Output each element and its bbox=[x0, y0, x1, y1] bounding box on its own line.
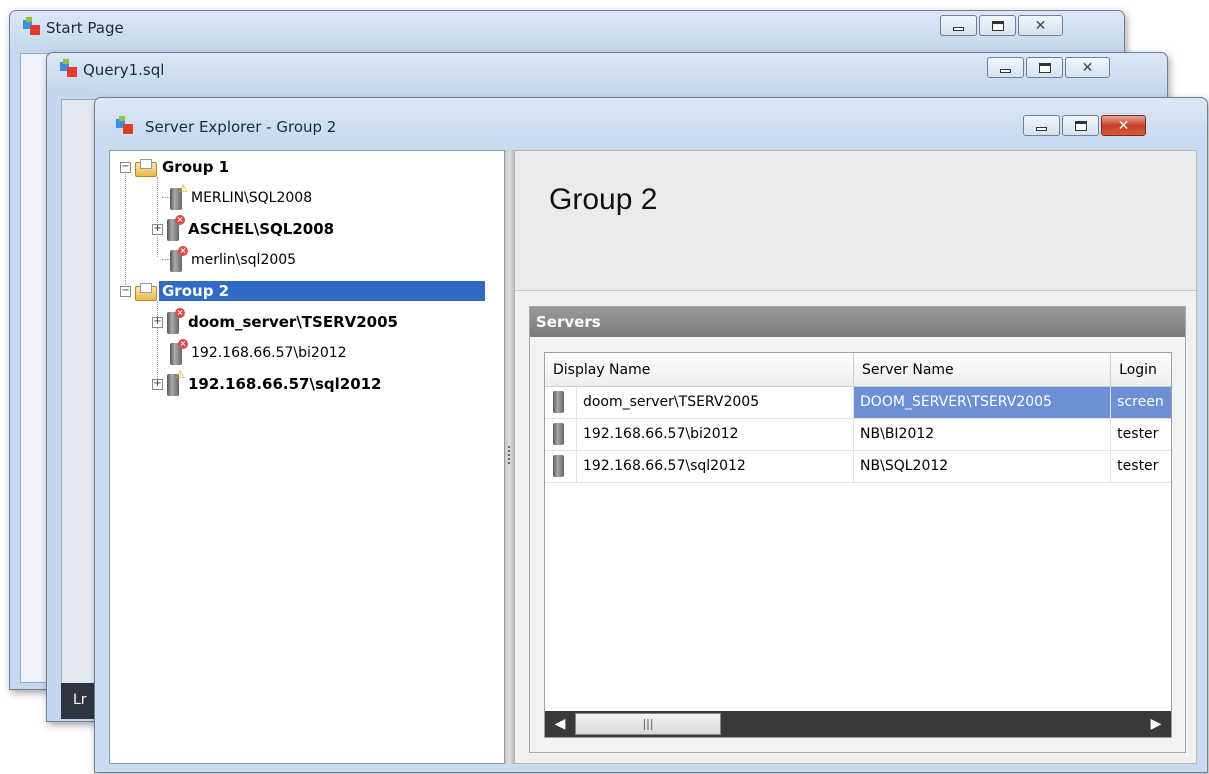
horizontal-scrollbar[interactable]: ◀ ||| ▶ bbox=[545, 711, 1171, 737]
window-title: Server Explorer - Group 2 bbox=[145, 118, 337, 136]
page-title: Group 2 bbox=[549, 183, 658, 216]
server-warning-icon: ⚠ bbox=[170, 183, 188, 210]
server-icon bbox=[545, 419, 577, 450]
cell-display-name[interactable]: 192.168.66.57\sql2012 bbox=[577, 451, 855, 482]
maximize-button[interactable] bbox=[1026, 57, 1063, 78]
cell-login[interactable]: tester bbox=[1111, 451, 1171, 482]
expand-icon[interactable]: + bbox=[152, 378, 163, 390]
maximize-icon bbox=[1074, 120, 1087, 131]
server-icon bbox=[545, 451, 577, 482]
minimize-button[interactable] bbox=[940, 15, 977, 36]
minimize-icon bbox=[1036, 126, 1047, 131]
tree-server-label: ASCHEL\SQL2008 bbox=[188, 220, 335, 238]
server-tree[interactable]: − Group 1 ⚠ MERLIN\SQL2008 + × ASCHEL\SQ… bbox=[109, 150, 505, 764]
server-warning-icon: ⚠ bbox=[167, 369, 185, 396]
server-error-icon: × bbox=[170, 246, 188, 272]
tree-server-merlin-sql2005[interactable]: × merlin\sql2005 bbox=[170, 246, 299, 274]
collapse-icon[interactable]: − bbox=[120, 161, 131, 173]
tree-server-label: doom_server\TSERV2005 bbox=[188, 313, 398, 331]
scrollbar-thumb[interactable]: ||| bbox=[575, 713, 721, 735]
cell-display-name[interactable]: 192.168.66.57\bi2012 bbox=[577, 419, 855, 450]
maximize-icon bbox=[991, 20, 1004, 31]
maximize-button[interactable] bbox=[979, 15, 1016, 36]
tree-server-label: 192.168.66.57\bi2012 bbox=[191, 345, 347, 361]
cell-server-name[interactable]: NB\SQL2012 bbox=[854, 451, 1112, 482]
server-explorer-window[interactable]: Server Explorer - Group 2 ✕ − Group 1 ⚠ … bbox=[94, 97, 1208, 773]
tree-group-label: Group 2 bbox=[159, 281, 485, 301]
table-row[interactable]: doom_server\TSERV2005 DOOM_SERVER\TSERV2… bbox=[545, 387, 1171, 419]
server-error-icon: × bbox=[167, 215, 185, 241]
column-header-login[interactable]: Login bbox=[1111, 353, 1171, 386]
minimize-icon bbox=[953, 26, 964, 31]
group-header: Group 2 bbox=[515, 151, 1196, 291]
minimize-button[interactable] bbox=[1023, 115, 1060, 136]
close-button[interactable]: ✕ bbox=[1018, 15, 1063, 36]
tree-server-merlin-sql2008[interactable]: ⚠ MERLIN\SQL2008 bbox=[170, 183, 315, 212]
window-title: Start Page bbox=[46, 19, 124, 37]
server-icon bbox=[545, 387, 577, 418]
servers-caption: Servers bbox=[530, 307, 1185, 337]
maximize-button[interactable] bbox=[1062, 115, 1099, 136]
grid-header: Display Name Server Name Login bbox=[545, 353, 1171, 387]
cell-server-name[interactable]: NB\BI2012 bbox=[854, 419, 1112, 450]
table-row[interactable]: 192.168.66.57\bi2012 NB\BI2012 tester bbox=[545, 419, 1171, 451]
tree-server-bi2012[interactable]: × 192.168.66.57\bi2012 bbox=[170, 339, 350, 367]
cell-login[interactable]: tester bbox=[1111, 419, 1171, 450]
tree-group-2[interactable]: − Group 2 bbox=[120, 277, 485, 305]
server-error-icon: × bbox=[167, 308, 185, 334]
servers-section: Servers Display Name Server Name Login d… bbox=[529, 306, 1186, 753]
expand-icon[interactable]: + bbox=[152, 316, 163, 328]
scroll-right-icon[interactable]: ▶ bbox=[1141, 711, 1171, 737]
maximize-icon bbox=[1038, 62, 1051, 73]
tree-server-aschel-sql2008[interactable]: + × ASCHEL\SQL2008 bbox=[152, 215, 337, 243]
tree-group-label: Group 1 bbox=[162, 158, 230, 176]
servers-grid[interactable]: Display Name Server Name Login doom_serv… bbox=[544, 352, 1172, 738]
tree-group-1[interactable]: − Group 1 bbox=[120, 153, 232, 181]
close-button[interactable]: ✕ bbox=[1101, 115, 1146, 136]
tree-server-label: merlin\sql2005 bbox=[191, 252, 297, 268]
tree-server-label: 192.168.66.57\sql2012 bbox=[188, 375, 382, 393]
cell-display-name[interactable]: doom_server\TSERV2005 bbox=[577, 387, 855, 418]
close-icon: ✕ bbox=[1081, 59, 1094, 76]
panel-splitter[interactable] bbox=[505, 150, 514, 764]
table-row[interactable]: 192.168.66.57\sql2012 NB\SQL2012 tester bbox=[545, 451, 1171, 483]
group-folder-icon bbox=[135, 159, 157, 177]
column-header-server-name[interactable]: Server Name bbox=[854, 353, 1112, 386]
window-title: Query1.sql bbox=[83, 61, 165, 79]
tree-server-label: MERLIN\SQL2008 bbox=[191, 190, 313, 206]
tree-server-doom-server[interactable]: + × doom_server\TSERV2005 bbox=[152, 308, 401, 336]
app-icon bbox=[59, 59, 79, 79]
scroll-left-icon[interactable]: ◀ bbox=[545, 711, 575, 737]
close-button[interactable]: ✕ bbox=[1065, 57, 1110, 78]
cell-login[interactable]: screen bbox=[1111, 387, 1171, 418]
app-icon bbox=[115, 116, 135, 136]
group-folder-icon bbox=[135, 283, 157, 301]
app-icon bbox=[22, 17, 42, 37]
close-icon: ✕ bbox=[1117, 117, 1130, 134]
server-explorer-client: − Group 1 ⚠ MERLIN\SQL2008 + × ASCHEL\SQ… bbox=[109, 150, 1197, 764]
splitter-grip-icon bbox=[508, 446, 510, 466]
cell-server-name[interactable]: DOOM_SERVER\TSERV2005 bbox=[854, 387, 1112, 418]
expand-icon[interactable]: + bbox=[152, 223, 163, 235]
column-header-display-name[interactable]: Display Name bbox=[545, 353, 854, 386]
collapse-icon[interactable]: − bbox=[120, 285, 131, 297]
server-error-icon: × bbox=[170, 339, 188, 365]
minimize-icon bbox=[1000, 68, 1011, 73]
minimize-button[interactable] bbox=[987, 57, 1024, 78]
close-icon: ✕ bbox=[1034, 17, 1047, 34]
tree-server-sql2012[interactable]: + ⚠ 192.168.66.57\sql2012 bbox=[152, 369, 385, 398]
group-detail-panel: Group 2 Servers Display Name Server Name… bbox=[514, 150, 1197, 764]
